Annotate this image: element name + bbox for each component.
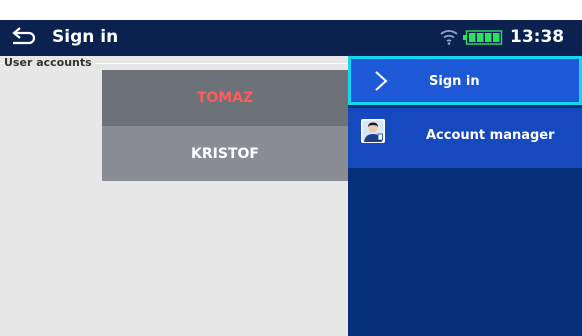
chevron-right-icon (375, 71, 388, 91)
menu-item-label: Account manager (426, 128, 555, 143)
user-name: TOMAZ (196, 90, 254, 106)
clock: 13:38 (510, 27, 565, 47)
back-arrow-icon[interactable] (9, 26, 37, 48)
user-item-kristof[interactable]: KRISTOF (102, 126, 348, 181)
page-title: Sign in (52, 27, 119, 47)
user-accounts-panel: User accounts TOMAZ KRISTOF (0, 56, 348, 336)
title-bar: Sign in 13:38 (0, 20, 582, 56)
account-manager-menu-item[interactable]: Account manager (348, 108, 582, 168)
battery-icon (463, 30, 503, 45)
menu-item-label: Sign in (429, 74, 480, 89)
section-title: User accounts (4, 56, 95, 69)
account-manager-icon (361, 119, 385, 143)
user-item-tomaz[interactable]: TOMAZ (102, 70, 348, 126)
menu-panel: Sign in Account manager (348, 56, 582, 336)
user-name: KRISTOF (191, 145, 259, 162)
wifi-icon (440, 30, 458, 45)
sign-in-menu-item[interactable]: Sign in (348, 56, 582, 105)
sign-in-screen: Sign in 13:38 User accounts TOMAZ KRISTO… (0, 0, 582, 336)
